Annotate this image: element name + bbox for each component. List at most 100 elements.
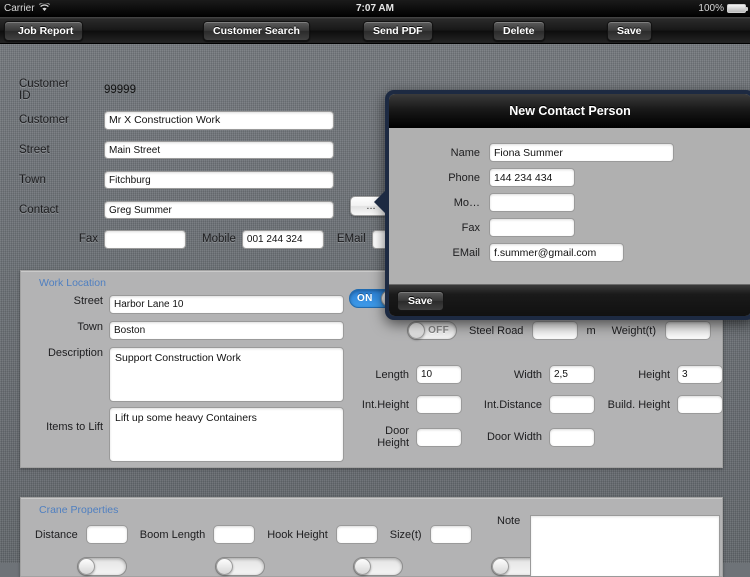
boom-length-input[interactable] — [213, 525, 256, 544]
dialog-name-row: Name Fiona Summer — [389, 140, 750, 165]
distance-label: Distance — [35, 528, 78, 541]
int-distance-input[interactable] — [549, 395, 595, 414]
door-width-input[interactable] — [549, 427, 595, 447]
hook-height-input[interactable] — [335, 525, 378, 544]
work-items-label: Items to Lift — [46, 421, 103, 433]
crane-toggle-2-knob[interactable] — [216, 558, 233, 575]
customer-name-row: Customer Mr X Construction Work — [0, 105, 420, 135]
customer-town-input[interactable]: Fitchburg — [104, 171, 334, 189]
customer-town-row: Town Fitchburg — [0, 165, 420, 195]
work-items-row: Items to Lift Lift up some heavy Contain… — [31, 407, 344, 462]
dialog-fax-input[interactable] — [489, 218, 575, 237]
send-pdf-button[interactable]: Send PDF — [363, 21, 433, 41]
work-description-label: Description — [47, 347, 103, 359]
work-description-textarea[interactable]: Support Construction Work — [109, 347, 344, 402]
mobile-input[interactable]: 001 244 324 — [241, 229, 324, 249]
dialog-body: Name Fiona Summer Phone 144 234 434 Mo… … — [389, 128, 750, 283]
customer-id-label: Customer ID — [19, 78, 69, 102]
customer-town-label: Town — [19, 174, 46, 186]
boom-length-label: Boom Length — [139, 528, 206, 541]
dialog-inner: New Contact Person Name Fiona Summer Pho… — [389, 94, 750, 316]
size-input[interactable] — [429, 525, 472, 544]
back-button-job-report[interactable]: Job Report — [4, 21, 84, 41]
work-description-row: Description Support Construction Work — [31, 347, 344, 402]
crane-note-row: Note — [497, 515, 721, 577]
steel-road-input[interactable] — [532, 321, 579, 340]
battery-percent-label: 100% — [698, 3, 724, 14]
work-town-input[interactable]: Boston — [109, 321, 344, 340]
int-height-input[interactable] — [416, 395, 462, 414]
delete-button[interactable]: Delete — [493, 21, 545, 41]
work-town-row: Town Boston — [31, 321, 344, 340]
int-height-label: Int.Height — [361, 398, 409, 411]
dialog-fax-label: Fax — [461, 221, 480, 234]
status-bar-right: 100% — [698, 3, 748, 14]
dialog-email-input[interactable]: f.summer@gmail.com — [489, 243, 624, 262]
crane-properties-panel: Crane Properties Distance Boom Length Ho… — [20, 497, 723, 577]
dialog-name-label: Name — [450, 146, 480, 159]
note-textarea[interactable] — [530, 515, 721, 577]
dialog-name-input[interactable]: Fiona Summer — [489, 143, 674, 162]
distance-input[interactable] — [85, 525, 128, 544]
crane-toggle-2[interactable] — [215, 557, 265, 576]
toolbar: Job Report Customer Search Send PDF Dele… — [0, 17, 750, 44]
steel-road-label: Steel Road — [469, 324, 524, 337]
customer-search-button[interactable]: Customer Search — [203, 21, 310, 41]
work-street-label: Street — [73, 295, 103, 307]
door-height-label: Door Height — [377, 425, 409, 449]
customer-id-value: 99999 — [104, 84, 136, 96]
crane-toggle-1[interactable] — [77, 557, 127, 576]
door-width-label: Door Width — [486, 431, 542, 443]
hook-height-label: Hook Height — [267, 528, 328, 541]
mobile-label: Mobile — [202, 233, 236, 245]
size-label: Size(t) — [389, 528, 422, 541]
fax-input[interactable] — [104, 229, 186, 249]
work-town-label: Town — [77, 321, 103, 333]
status-bar-clock: 7:07 AM — [356, 3, 394, 14]
weight-input[interactable] — [665, 321, 712, 340]
work-street-row: Street Harbor Lane 10 — [31, 295, 344, 314]
dialog-save-button[interactable]: Save — [397, 290, 444, 311]
dialog-mobile-label: Mo… — [453, 196, 480, 209]
work-items-textarea[interactable]: Lift up some heavy Containers — [109, 407, 344, 462]
door-height-input[interactable] — [416, 427, 462, 447]
save-button[interactable]: Save — [607, 21, 652, 41]
steel-road-row: OFF Steel Road m Weight(t) — [407, 321, 712, 340]
length-input[interactable]: 10 — [416, 365, 462, 384]
dims-row-1: Length 10 Width 2,5 Height 3 — [361, 365, 723, 384]
dialog-footer: Save — [389, 284, 750, 316]
crane-row-1: Distance Boom Length Hook Height Size(t) — [35, 525, 472, 544]
customer-street-input[interactable]: Main Street — [104, 141, 334, 159]
dims-row-2: Int.Height Int.Distance Build. Height — [361, 395, 723, 414]
customer-comm-row: Fax Mobile 001 244 324 EMail — [0, 225, 420, 253]
dialog-phone-input[interactable]: 144 234 434 — [489, 168, 575, 187]
main-toggle-label: ON — [357, 293, 373, 304]
build-height-label: Build. Height — [607, 398, 670, 411]
int-distance-label: Int.Distance — [483, 398, 542, 411]
steel-road-toggle[interactable]: OFF — [407, 321, 457, 340]
crane-properties-title: Crane Properties — [39, 504, 119, 516]
width-label: Width — [513, 368, 542, 381]
dims-row-3: Door Height Door Width — [361, 425, 595, 449]
height-input[interactable]: 3 — [677, 365, 723, 384]
weight-label: Weight(t) — [611, 324, 657, 337]
steel-road-toggle-label: OFF — [428, 325, 449, 336]
customer-name-input[interactable]: Mr X Construction Work — [104, 110, 334, 130]
dialog-phone-label: Phone — [448, 171, 480, 184]
steel-road-toggle-knob[interactable] — [408, 322, 425, 339]
width-input[interactable]: 2,5 — [549, 365, 595, 384]
fax-label: Fax — [78, 233, 98, 245]
crane-toggle-3[interactable] — [353, 557, 403, 576]
crane-toggle-1-knob[interactable] — [78, 558, 95, 575]
customer-name-label: Customer — [19, 114, 69, 126]
crane-toggle-3-knob[interactable] — [354, 558, 371, 575]
build-height-input[interactable] — [677, 395, 723, 414]
new-contact-person-dialog: New Contact Person Name Fiona Summer Pho… — [374, 90, 750, 320]
work-street-input[interactable]: Harbor Lane 10 — [109, 295, 344, 314]
customer-contact-input[interactable]: Greg Summer — [104, 201, 334, 219]
dialog-mobile-input[interactable] — [489, 193, 575, 212]
status-bar: Carrier 7:07 AM 100% — [0, 0, 750, 17]
work-location-title: Work Location — [39, 277, 106, 289]
meter-unit-label: m — [586, 324, 596, 337]
popover-arrow — [374, 190, 386, 214]
